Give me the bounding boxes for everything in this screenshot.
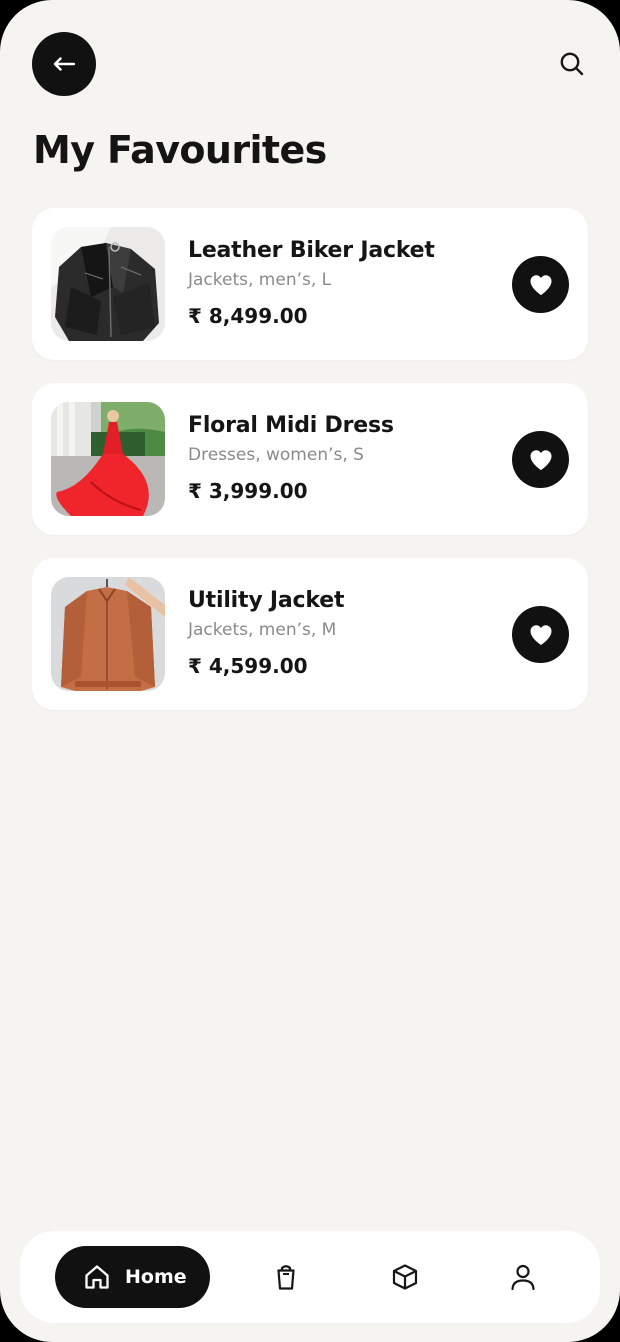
home-icon	[85, 1265, 109, 1289]
product-price: ₹ 8,499.00	[188, 304, 308, 328]
back-button[interactable]	[32, 32, 96, 96]
nav-home-label: Home	[125, 1266, 187, 1288]
page-title: My Favourites	[33, 128, 327, 172]
shopping-bag-icon	[277, 1265, 295, 1290]
favourite-item-card[interactable]: Utility Jacket Jackets, men’s, M ₹ 4,599…	[32, 558, 588, 710]
favourite-toggle-button[interactable]	[512, 606, 569, 663]
product-image[interactable]	[51, 577, 165, 691]
product-price: ₹ 4,599.00	[188, 654, 308, 678]
product-meta: Jackets, men’s, M	[188, 620, 337, 640]
favourite-item-card[interactable]: Floral Midi Dress Dresses, women’s, S ₹ …	[32, 383, 588, 535]
search-button[interactable]	[554, 46, 590, 82]
heart-icon	[530, 449, 551, 470]
product-name[interactable]: Utility Jacket	[188, 588, 344, 613]
favourites-screen: My Favourites Leather Biker Jacket Jacke…	[0, 0, 620, 1342]
product-image[interactable]	[51, 227, 165, 341]
search-icon	[560, 52, 584, 76]
user-icon	[511, 1264, 535, 1291]
product-meta: Dresses, women’s, S	[188, 445, 364, 465]
nav-bag-button[interactable]	[271, 1262, 301, 1292]
product-name[interactable]: Floral Midi Dress	[188, 413, 394, 438]
arrow-left-icon	[53, 57, 75, 71]
bottom-navigation: Home	[20, 1231, 600, 1323]
heart-icon	[530, 274, 551, 295]
product-price: ₹ 3,999.00	[188, 479, 308, 503]
favourite-item-card[interactable]: Leather Biker Jacket Jackets, men’s, L ₹…	[32, 208, 588, 360]
nav-home-button[interactable]: Home	[55, 1246, 210, 1308]
nav-profile-button[interactable]	[508, 1262, 538, 1292]
product-meta: Jackets, men’s, L	[188, 270, 332, 290]
nav-orders-button[interactable]	[390, 1262, 420, 1292]
heart-icon	[530, 624, 551, 645]
product-image[interactable]	[51, 402, 165, 516]
product-name[interactable]: Leather Biker Jacket	[188, 238, 435, 263]
box-icon	[392, 1264, 418, 1290]
favourite-toggle-button[interactable]	[512, 431, 569, 488]
favourite-toggle-button[interactable]	[512, 256, 569, 313]
